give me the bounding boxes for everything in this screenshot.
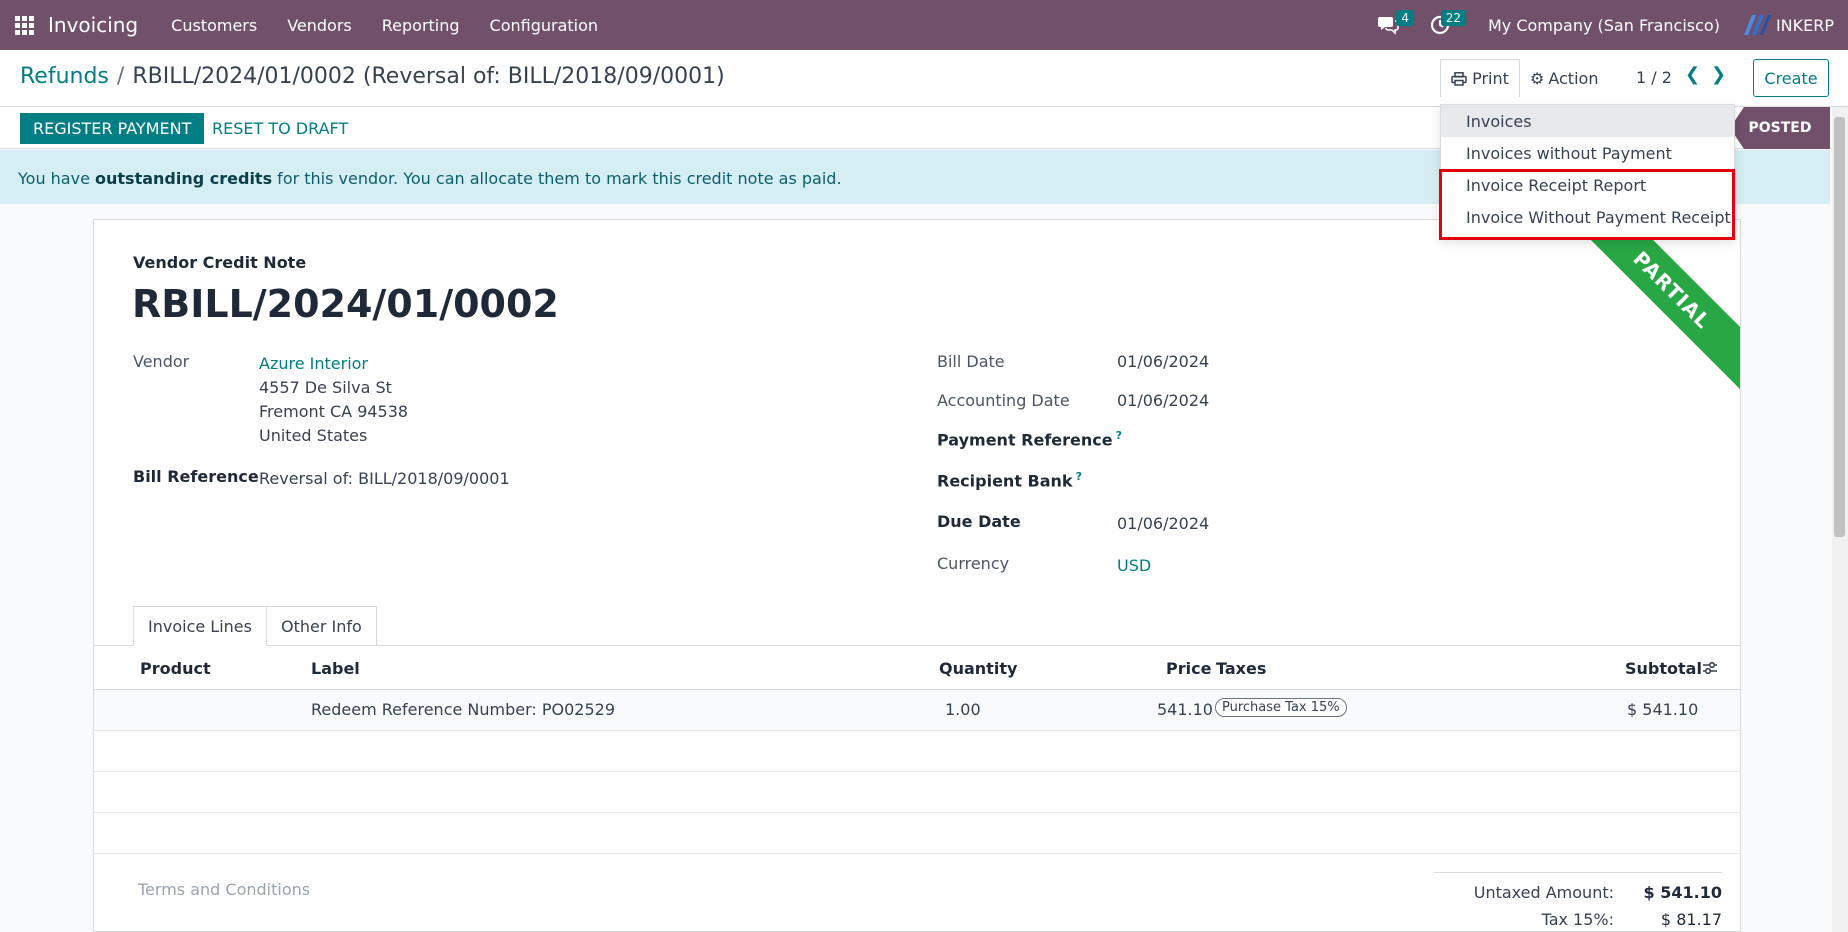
accounting-date-label: Accounting Date <box>937 391 1070 410</box>
pager-previous-icon[interactable]: ❮ <box>1685 64 1700 85</box>
totals-divider <box>1434 872 1722 873</box>
menu-configuration[interactable]: Configuration <box>490 16 599 35</box>
line-subtotal: $ 541.10 <box>1627 700 1699 719</box>
bill-date-label: Bill Date <box>937 352 1005 371</box>
breadcrumb-separator: / <box>116 64 125 89</box>
status-posted-badge[interactable]: POSTED <box>1730 107 1830 149</box>
printer-icon <box>1451 71 1467 86</box>
navbar-systray: 4 22 My Company (San Francisco) INKERP <box>1368 0 1848 50</box>
payment-reference-label: Payment Reference? <box>937 429 1123 450</box>
alert-text-prefix: You have <box>18 169 96 188</box>
empty-table-row <box>94 772 1740 813</box>
tab-invoice-lines[interactable]: Invoice Lines <box>133 606 267 646</box>
vendor-label: Vendor <box>133 352 190 371</box>
messages-button[interactable]: 4 <box>1368 0 1414 50</box>
company-switcher[interactable]: My Company (San Francisco) <box>1488 16 1720 35</box>
line-quantity: 1.00 <box>945 700 981 719</box>
line-label: Redeem Reference Number: PO02529 <box>311 700 616 719</box>
due-date-field[interactable]: 01/06/2024 <box>1117 514 1209 533</box>
empty-table-row <box>94 813 1740 854</box>
vendor-name-link[interactable]: Azure Interior <box>259 354 368 373</box>
print-menu-item-invoices-without-payment[interactable]: Invoices without Payment <box>1441 137 1734 169</box>
help-tooltip-icon[interactable]: ? <box>1116 429 1122 442</box>
column-header-product[interactable]: Product <box>140 659 211 678</box>
terms-and-conditions-field[interactable]: Terms and Conditions <box>138 880 310 899</box>
bill-reference-label: Bill Reference <box>133 467 259 486</box>
column-header-price[interactable]: Price <box>1166 659 1211 678</box>
register-payment-button[interactable]: REGISTER PAYMENT <box>20 113 205 144</box>
breadcrumb-current: RBILL/2024/01/0002 (Reversal of: BILL/20… <box>132 64 725 89</box>
messages-count-badge: 4 <box>1396 10 1414 26</box>
pager-value[interactable]: 1 / 2 <box>1636 68 1672 87</box>
accounting-date-field[interactable]: 01/06/2024 <box>1117 391 1209 410</box>
untaxed-amount-value: $ 541.10 <box>1643 883 1722 902</box>
highlight-annotation-box <box>1439 169 1735 240</box>
partial-ribbon: PARTIAL <box>1564 220 1740 398</box>
column-header-taxes[interactable]: Taxes <box>1216 659 1266 678</box>
user-name: INKERP <box>1775 15 1834 35</box>
bill-reference-field[interactable]: Reversal of: BILL/2018/09/0001 <box>259 469 510 488</box>
menu-customers[interactable]: Customers <box>171 16 257 35</box>
column-header-subtotal[interactable]: Subtotal <box>1625 659 1702 678</box>
top-navbar: Invoicing Customers Vendors Reporting Co… <box>0 0 1848 50</box>
action-button[interactable]: ⚙ Action <box>1522 59 1606 97</box>
document-number: RBILL/2024/01/0002 <box>132 282 559 326</box>
pager-next-icon[interactable]: ❯ <box>1711 64 1726 85</box>
column-header-quantity[interactable]: Quantity <box>939 659 1017 678</box>
create-button[interactable]: Create <box>1753 59 1829 97</box>
recipient-bank-label: Recipient Bank? <box>937 470 1082 491</box>
notebook-tabs: Invoice Lines Other Info <box>133 606 377 646</box>
currency-label: Currency <box>937 554 1010 573</box>
bill-date-field[interactable]: 01/06/2024 <box>1117 352 1209 371</box>
currency-field[interactable]: USD <box>1117 556 1151 575</box>
tax-amount-value: $ 81.17 <box>1660 910 1722 929</box>
gear-icon: ⚙ <box>1530 68 1545 88</box>
invoice-lines-header: Product Label Quantity Price Taxes Subto… <box>94 646 1740 690</box>
print-button-label: Print <box>1472 69 1509 88</box>
help-tooltip-icon[interactable]: ? <box>1076 470 1082 483</box>
alert-text-suffix: for this vendor. You can allocate them t… <box>272 169 842 188</box>
activities-count-badge: 22 <box>1440 10 1466 26</box>
apps-menu-icon[interactable] <box>0 0 48 50</box>
menu-vendors[interactable]: Vendors <box>287 16 352 35</box>
untaxed-amount-label: Untaxed Amount: <box>1473 883 1614 902</box>
tab-other-info[interactable]: Other Info <box>266 606 377 646</box>
due-date-label: Due Date <box>937 512 1021 531</box>
control-panel: Refunds / RBILL/2024/01/0002 (Reversal of:… <box>0 50 1848 107</box>
invoice-form-sheet: PARTIAL Vendor Credit Note RBILL/2024/01… <box>93 219 1741 932</box>
tax-tag: Purchase Tax 15% <box>1215 698 1347 717</box>
empty-table-row <box>94 731 1740 772</box>
reset-to-draft-button[interactable]: RESET TO DRAFT <box>212 113 348 144</box>
vendor-address-line: Fremont CA 94538 <box>259 402 409 421</box>
scrollbar-thumb[interactable] <box>1834 117 1845 537</box>
user-menu[interactable]: INKERP <box>1742 13 1834 37</box>
app-brand[interactable]: Invoicing <box>48 13 138 37</box>
print-button[interactable]: Print <box>1440 59 1520 97</box>
breadcrumb: Refunds / RBILL/2024/01/0002 (Reversal of:… <box>20 64 725 89</box>
line-price: 541.10 <box>1157 700 1213 719</box>
menu-reporting[interactable]: Reporting <box>382 16 460 35</box>
breadcrumb-refunds-link[interactable]: Refunds <box>20 64 109 89</box>
tax-amount-label: Tax 15%: <box>1541 910 1614 929</box>
outstanding-credits-text: outstanding credits <box>95 169 273 188</box>
vendor-address-line: United States <box>259 426 368 445</box>
column-header-label[interactable]: Label <box>311 659 360 678</box>
page-scrollbar[interactable] <box>1832 107 1848 932</box>
inkerp-logo-icon <box>1743 15 1771 35</box>
action-button-label: Action <box>1548 68 1599 88</box>
vendor-address-line: 4557 De Silva St <box>259 378 392 397</box>
print-menu-item-invoices[interactable]: Invoices <box>1441 105 1734 137</box>
optional-columns-icon[interactable] <box>1702 660 1718 676</box>
activities-button[interactable]: 22 <box>1420 0 1466 50</box>
document-type: Vendor Credit Note <box>133 253 307 272</box>
table-row[interactable]: Redeem Reference Number: PO02529 1.00 54… <box>94 690 1740 731</box>
